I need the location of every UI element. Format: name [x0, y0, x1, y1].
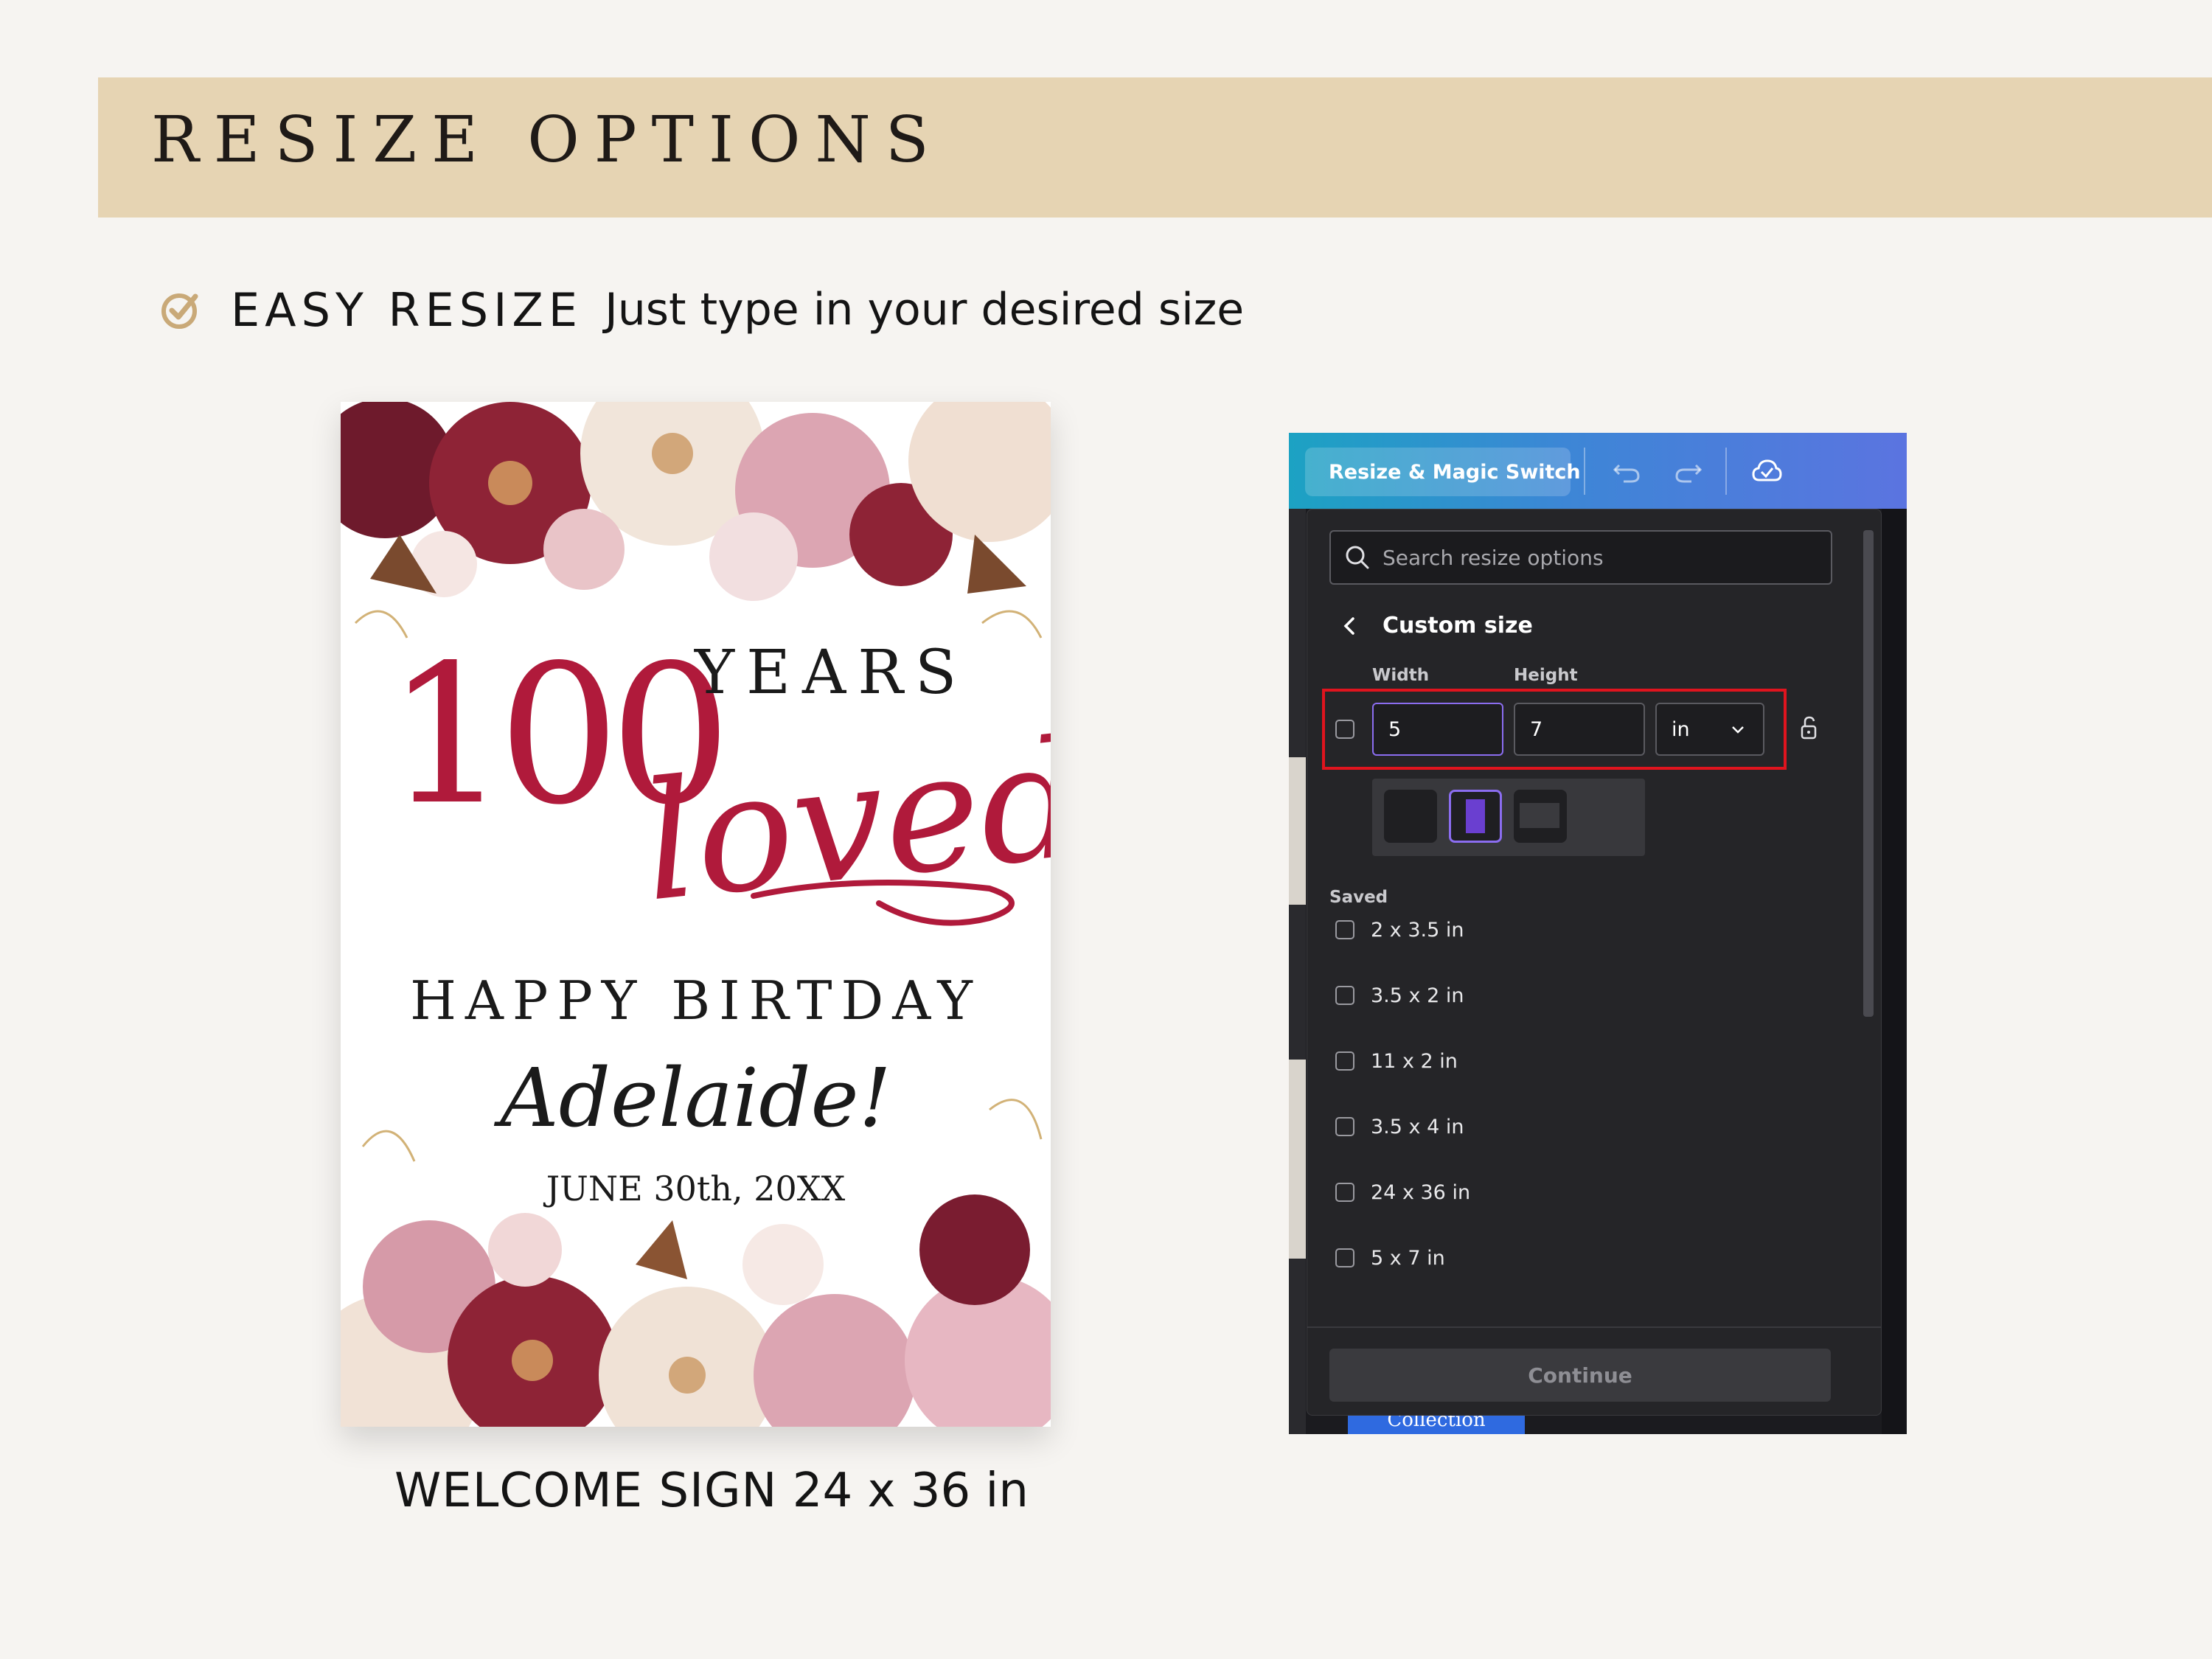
back-chevron-icon[interactable]	[1338, 611, 1360, 641]
toolbar-divider	[1584, 448, 1585, 495]
saved-size-label: 3.5 x 2 in	[1371, 984, 1464, 1007]
landscape-shape	[1520, 803, 1559, 828]
saved-size-checkbox[interactable]	[1335, 920, 1354, 939]
height-input[interactable]: 7	[1514, 703, 1645, 756]
search-icon	[1346, 546, 1369, 569]
editor-screenshot: Resize & Magic Switch Collection Search …	[1289, 433, 1907, 1434]
redo-icon[interactable]	[1672, 455, 1705, 487]
orientation-options	[1372, 779, 1645, 856]
saved-size-item[interactable]: 2 x 3.5 in	[1335, 915, 1464, 945]
welcome-sign-preview: 100 YEARS loved HAPPY BIRTDAY Adelaide! …	[341, 402, 1051, 1427]
resize-magic-switch-button[interactable]: Resize & Magic Switch	[1305, 448, 1581, 496]
saved-size-label: 5 x 7 in	[1371, 1246, 1445, 1270]
feature-line: EASY RESIZE Just type in your desired si…	[159, 280, 1244, 339]
saved-section-label: Saved	[1329, 888, 1388, 907]
saved-size-checkbox[interactable]	[1335, 1183, 1354, 1202]
undo-icon[interactable]	[1610, 455, 1643, 487]
height-label: Height	[1514, 666, 1578, 685]
resize-panel: Search resize options Custom size Width …	[1307, 509, 1882, 1416]
search-resize-input[interactable]: Search resize options	[1329, 530, 1832, 585]
saved-size-item[interactable]: 5 x 7 in	[1335, 1243, 1445, 1273]
check-circle-icon	[161, 293, 198, 329]
portrait-shape	[1466, 799, 1485, 833]
custom-size-title: Custom size	[1382, 613, 1533, 639]
cloud-saved-icon[interactable]	[1750, 455, 1783, 487]
scrollbar-thumb[interactable]	[1863, 530, 1874, 1017]
poster-years: YEARS	[695, 638, 969, 708]
feature-description: Just type in your desired size	[605, 284, 1245, 335]
panel-divider	[1307, 1326, 1881, 1328]
saved-size-label: 2 x 3.5 in	[1371, 918, 1464, 942]
background-canvas-left	[1289, 509, 1306, 1434]
caption-title: WELCOME SIGN	[394, 1464, 778, 1518]
saved-size-item[interactable]: 11 x 2 in	[1335, 1046, 1458, 1076]
saved-size-item[interactable]: 3.5 x 4 in	[1335, 1112, 1464, 1141]
toolbar-divider	[1725, 448, 1727, 495]
saved-size-checkbox[interactable]	[1335, 1117, 1354, 1136]
saved-size-label: 24 x 36 in	[1371, 1180, 1471, 1204]
saved-size-checkbox[interactable]	[1335, 1248, 1354, 1267]
chevron-down-icon	[1732, 726, 1744, 734]
editor-toolbar: Resize & Magic Switch	[1289, 433, 1907, 509]
preview-caption: WELCOME SIGN 24 x 36 in	[394, 1464, 1029, 1518]
poster-happy-birthday: HAPPY BIRTDAY	[410, 970, 981, 1032]
saved-size-item[interactable]: 3.5 x 2 in	[1335, 981, 1464, 1010]
orientation-square-button[interactable]	[1384, 790, 1437, 843]
feature-title: EASY RESIZE	[231, 282, 583, 337]
poster-date: JUNE 30th, 20XX	[546, 1169, 846, 1208]
background-canvas-right	[1882, 509, 1907, 1434]
saved-size-label: 11 x 2 in	[1371, 1049, 1458, 1073]
caption-size: 24 x 36 in	[792, 1464, 1029, 1518]
background-thumbnail	[1289, 1060, 1306, 1259]
resize-button-label: Resize & Magic Switch	[1329, 460, 1581, 484]
width-input[interactable]: 5	[1372, 703, 1503, 756]
saved-size-checkbox[interactable]	[1335, 986, 1354, 1005]
orientation-portrait-button[interactable]	[1449, 790, 1502, 843]
saved-size-item[interactable]: 24 x 36 in	[1335, 1178, 1470, 1207]
poster-name: Adelaide!	[500, 1051, 891, 1145]
orientation-landscape-button[interactable]	[1514, 790, 1567, 843]
page-title: RESIZE OPTIONS	[151, 103, 944, 177]
saved-size-checkbox[interactable]	[1335, 1051, 1354, 1071]
background-thumbnail	[1289, 757, 1306, 905]
unit-select[interactable]: in	[1655, 703, 1764, 756]
custom-size-checkbox[interactable]	[1335, 720, 1354, 739]
search-placeholder: Search resize options	[1382, 545, 1604, 570]
saved-size-label: 3.5 x 4 in	[1371, 1115, 1464, 1138]
unit-value: in	[1672, 717, 1690, 741]
width-label: Width	[1372, 666, 1430, 685]
lock-icon[interactable]	[1798, 714, 1820, 741]
continue-button[interactable]: Continue	[1329, 1349, 1831, 1402]
